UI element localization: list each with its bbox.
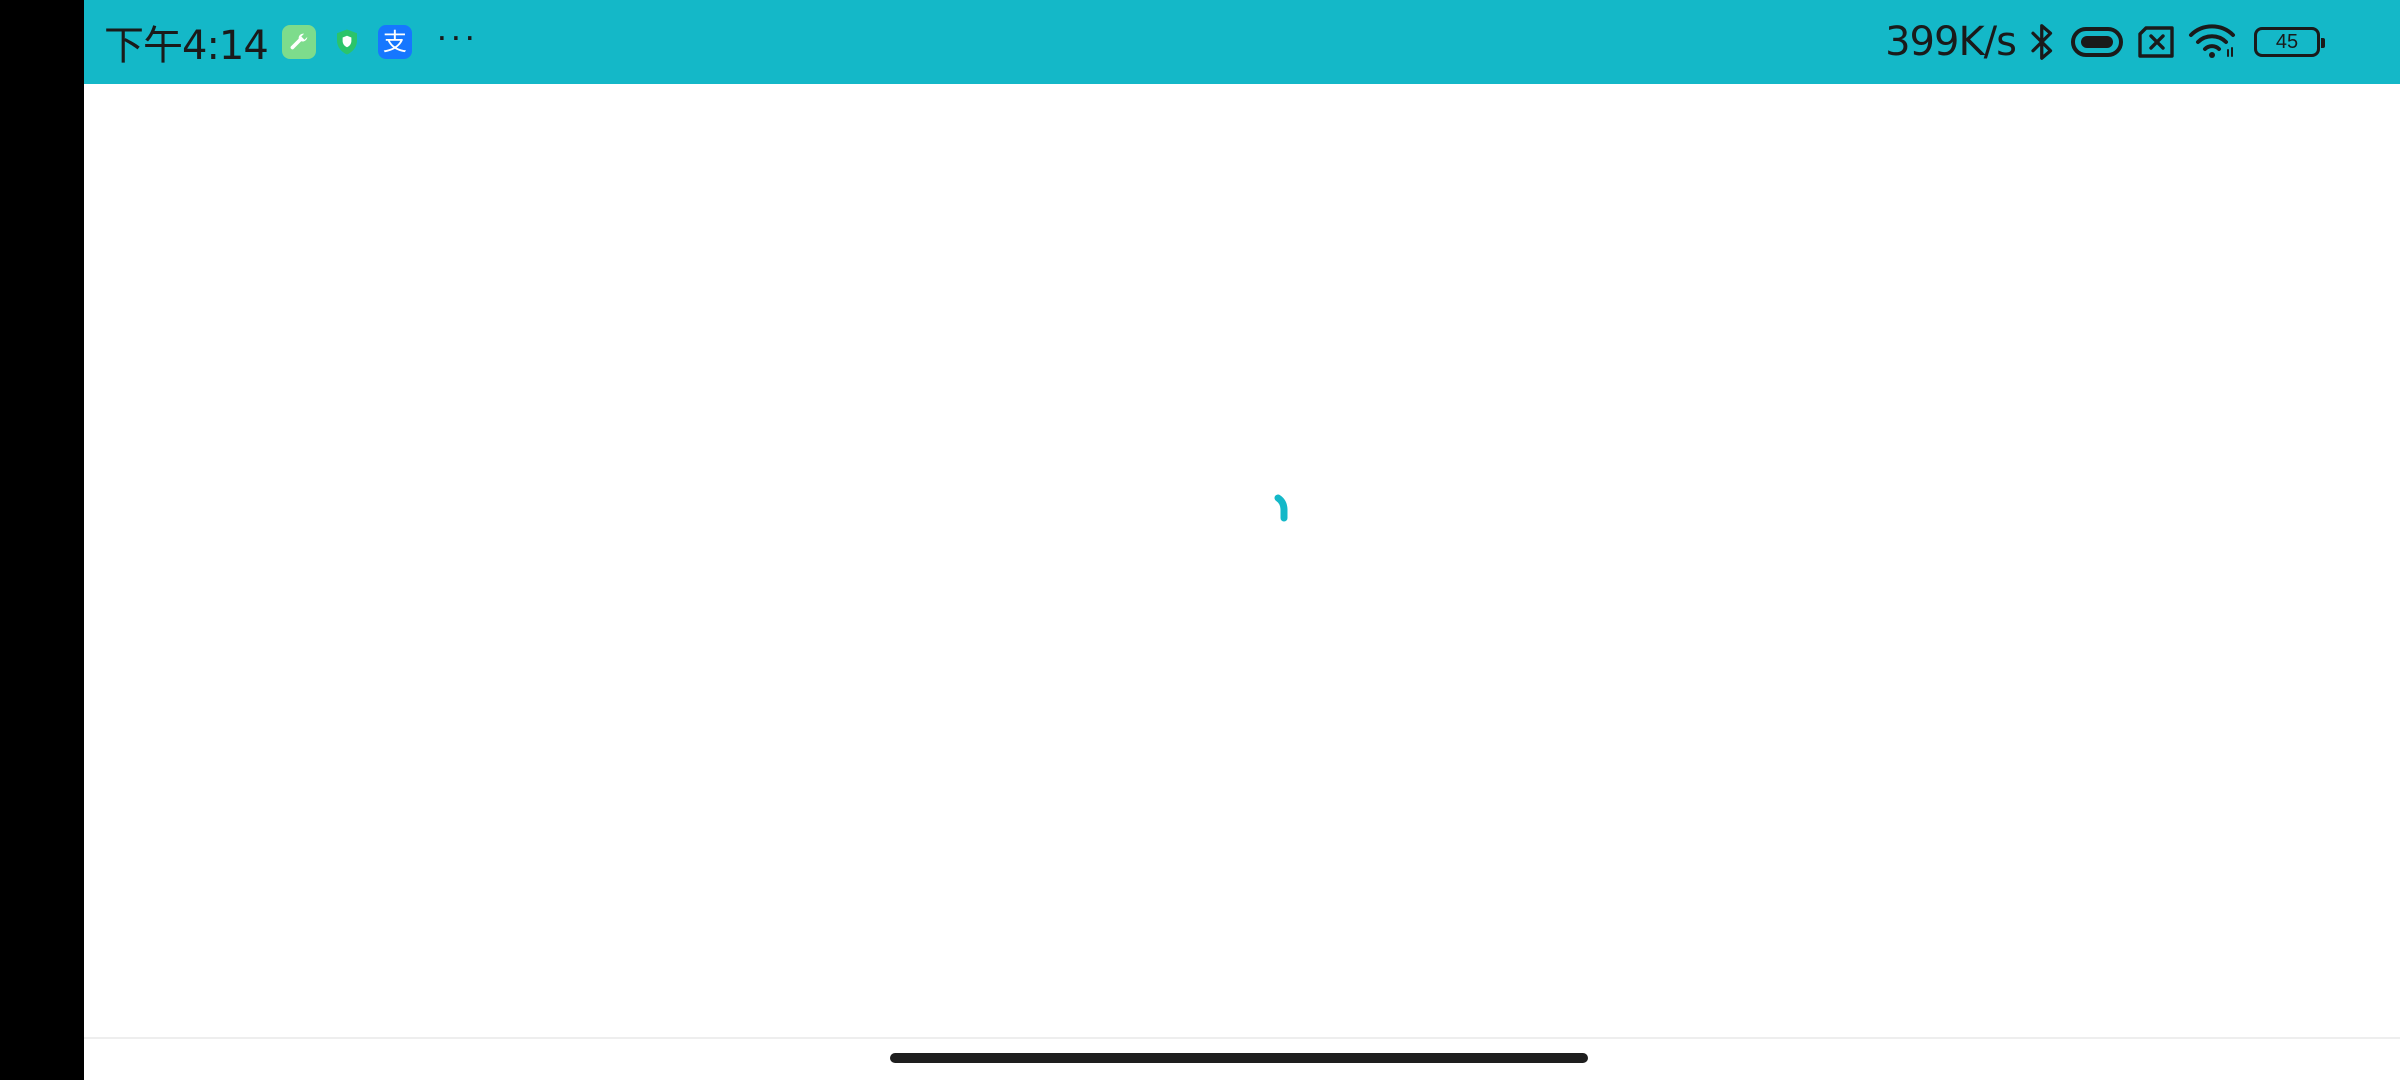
bluetooth-icon: [2028, 22, 2058, 62]
wifi-icon: [2188, 24, 2236, 60]
home-indicator[interactable]: [890, 1053, 1588, 1063]
display-cutout: [0, 0, 84, 1080]
no-sim-icon: [2136, 24, 2176, 60]
status-time: 下午4:14: [104, 23, 269, 69]
loading-spinner: [1272, 490, 1312, 535]
phone-screen: 下午4:14 支 ··· 399K/s 45: [0, 0, 2400, 1080]
more-notifications-icon: ···: [435, 15, 478, 56]
shield-app-icon: [329, 25, 364, 59]
wrench-app-icon: [281, 25, 316, 59]
battery-level: 45: [2275, 30, 2299, 53]
network-speed: 399K/s: [1885, 19, 2017, 65]
app-area: 下午4:14 支 ··· 399K/s 45: [84, 0, 2400, 1080]
alipay-icon: 支: [377, 25, 412, 59]
status-bar: 下午4:14 支 ··· 399K/s 45: [84, 0, 2400, 84]
status-bar-right: 399K/s 45: [1885, 0, 2325, 84]
battery-icon: 45: [2254, 27, 2325, 57]
status-bar-left: 下午4:14 支 ···: [104, 0, 478, 84]
link-icon: [2070, 24, 2124, 60]
navigation-divider: [84, 1037, 2400, 1039]
